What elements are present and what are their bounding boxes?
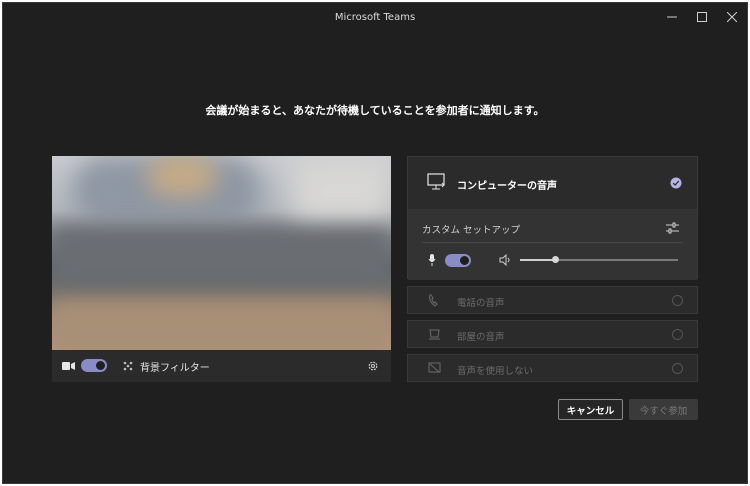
maximize-button[interactable] [687,3,717,31]
room-audio-radio[interactable] [672,329,683,340]
selected-check-icon [670,177,682,189]
no-audio-radio[interactable] [672,363,683,374]
speaker-volume-slider[interactable] [520,256,678,263]
device-settings-gear-icon[interactable] [367,360,379,372]
cancel-button[interactable]: キャンセル [558,399,623,420]
window-controls [657,3,747,31]
close-icon [727,12,737,22]
title-bar: Microsoft Teams [3,3,747,31]
computer-monitor-icon [427,173,445,190]
maximize-icon [697,12,707,22]
minimize-button[interactable] [657,3,687,31]
no-audio-option[interactable]: 音声を使用しない [407,354,698,382]
phone-audio-label: 電話の音声 [457,298,505,309]
computer-audio-option[interactable]: コンピューターの音声 [408,157,697,209]
phone-audio-option[interactable]: 電話の音声 [407,286,698,314]
microphone-icon [428,254,436,266]
video-preview [52,156,391,350]
minimize-icon [667,16,677,18]
custom-setup-divider [422,242,683,243]
page-heading: 会議が始まると、あなたが待機していることを参加者に通知します。 [205,104,545,117]
custom-setup-settings-icon[interactable] [666,222,679,234]
speaker-volume-fill [520,259,555,261]
room-audio-label: 部屋の音声 [457,332,505,343]
phone-audio-radio[interactable] [672,295,683,306]
microphone-toggle[interactable] [445,254,471,267]
phone-icon [429,294,438,307]
computer-audio-panel: コンピューターの音声 カスタム セットアップ [407,156,698,280]
video-controls-bar: 背景フィルター [52,350,391,382]
computer-audio-label: コンピューターの音声 [457,181,557,192]
join-now-button[interactable]: 今すぐ参加 [629,399,698,420]
no-audio-label: 音声を使用しない [457,366,534,377]
camera-icon [62,362,75,370]
close-button[interactable] [717,3,747,31]
speaker-volume-thumb[interactable] [551,256,559,263]
speaker-icon [499,254,510,266]
custom-setup-section: カスタム セットアップ [408,209,697,280]
no-audio-icon [428,362,441,373]
background-filter-button[interactable]: 背景フィルター [140,359,210,374]
camera-toggle[interactable] [81,359,107,372]
window-title: Microsoft Teams [334,11,416,23]
room-icon [429,329,440,340]
background-filter-icon [123,361,133,371]
room-audio-option[interactable]: 部屋の音声 [407,320,698,348]
custom-setup-label: カスタム セットアップ [422,225,521,236]
